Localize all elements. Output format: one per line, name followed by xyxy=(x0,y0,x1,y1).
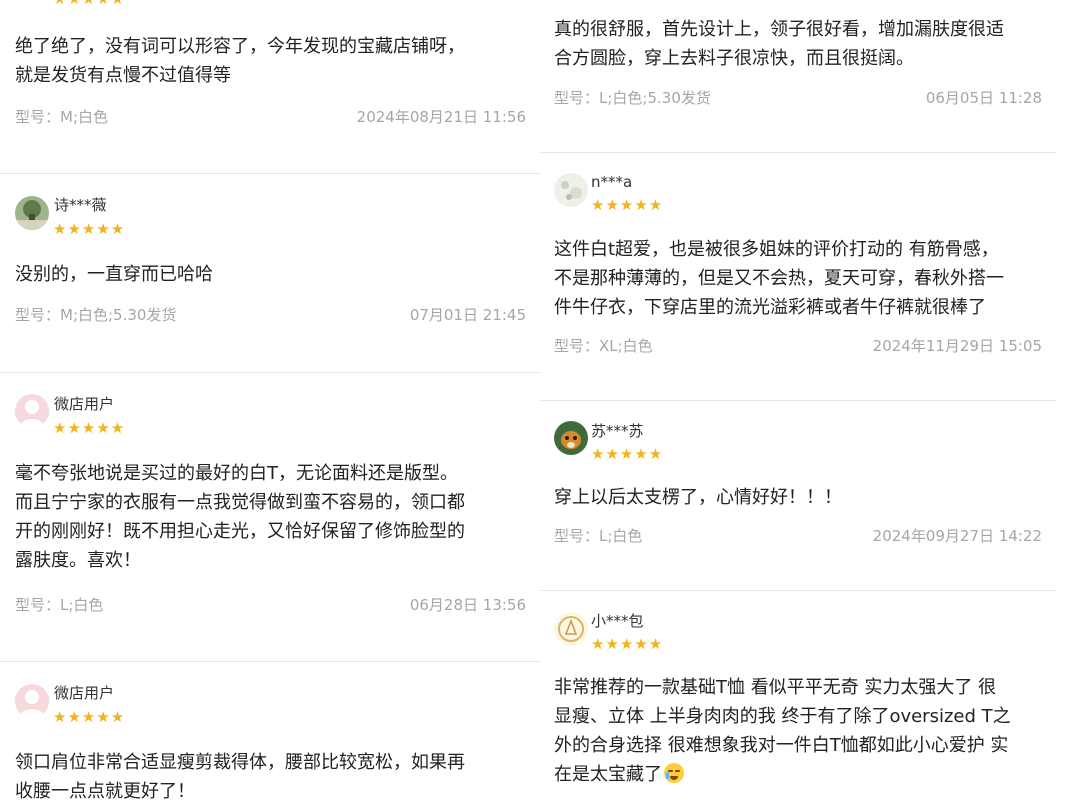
review-text-line: 显瘦、立体 上半身肉肉的我 终于有了除了oversized T之 xyxy=(554,706,1011,727)
divider xyxy=(540,152,1056,153)
avatar[interactable] xyxy=(554,173,588,207)
review-text-line: 外的合身选择 很难想象我对一件白T恤都如此小心爱护 实 xyxy=(554,735,1009,756)
username: n***a xyxy=(591,173,633,191)
star-rating: ★★★★★ xyxy=(53,419,126,437)
review-date: 2024年09月27日 14:22 xyxy=(872,527,1042,545)
review-text: 真的很舒服，首先设计上，领子很好看，增加漏肤度很适 合方圆脸，穿上去料子很凉快，… xyxy=(554,15,1004,73)
review-text-line: 在是太宝藏了 xyxy=(554,760,1011,789)
star-rating: ★★★★★ xyxy=(53,0,125,7)
review-date: 06月28日 13:56 xyxy=(409,596,526,614)
avatar[interactable] xyxy=(15,394,49,428)
avatar[interactable] xyxy=(554,612,588,646)
review-text: 非常推荐的一款基础T恤 看似平平无奇 实力太强大了 很 显瘦、立体 上半身肉肉的… xyxy=(554,673,1011,789)
username: 微店用户 xyxy=(54,684,115,702)
star-rating: ★★★★★ xyxy=(591,635,664,653)
star-rating: ★★★★★ xyxy=(591,196,664,214)
review-text-line: 而且宁宁家的衣服有一点我觉得做到蛮不容易的，领口都 xyxy=(15,492,465,513)
divider xyxy=(0,372,540,373)
review-text: 领口肩位非常合适显瘦剪裁得体，腰部比较宽松，如果再 收腰一点点就更好了！ xyxy=(15,748,465,806)
star-rating: ★★★★★ xyxy=(53,220,126,238)
username: 微店用户 xyxy=(54,395,115,413)
review-text-line: 件牛仔衣，下穿店里的流光溢彩裤或者牛仔裤就很棒了 xyxy=(554,297,986,318)
sku-label: 型号：L;白色 xyxy=(15,596,104,614)
avatar[interactable] xyxy=(15,684,49,718)
username: 苏***苏 xyxy=(591,422,644,440)
avatar[interactable] xyxy=(554,421,588,455)
sku-label: 型号：M;白色 xyxy=(15,108,108,126)
review-text-line: 不是那种薄薄的，但是又不会热，夏天可穿，春秋外搭一 xyxy=(554,268,1004,289)
review-text: 穿上以后太支楞了，心情好好！！！ xyxy=(554,483,842,512)
sku-label: 型号：XL;白色 xyxy=(554,337,653,355)
review-text-line: 开的刚刚好！既不用担心走光，又恰好保留了修饰脸型的 xyxy=(15,521,465,542)
sku-label: 型号：M;白色;5.30发货 xyxy=(15,306,177,324)
review-column-left: ★★★★★ 绝了绝了，没有词可以形容了，今年发现的宝藏店铺呀， 就是发货有点慢不… xyxy=(0,0,540,810)
review-text-line: 非常推荐的一款基础T恤 看似平平无奇 实力太强大了 很 xyxy=(554,677,997,698)
review-text: 绝了绝了，没有词可以形容了，今年发现的宝藏店铺呀， 就是发货有点慢不过值得等 xyxy=(15,32,465,90)
crying-face-emoji-icon xyxy=(664,763,684,783)
review-date: 2024年08月21日 11:56 xyxy=(356,108,526,126)
star-rating: ★★★★★ xyxy=(53,708,126,726)
review-date: 06月05日 11:28 xyxy=(925,89,1042,107)
review-date: 2024年11月29日 15:05 xyxy=(872,337,1042,355)
review-text-line: 露肤度。喜欢！ xyxy=(15,550,141,571)
divider xyxy=(0,661,540,662)
divider xyxy=(540,400,1056,401)
divider xyxy=(0,173,540,174)
review-text: 毫不夸张地说是买过的最好的白T，无论面料还是版型。 而且宁宁家的衣服有一点我觉得… xyxy=(15,459,465,575)
review-date: 07月01日 21:45 xyxy=(409,306,526,324)
review-text: 没别的，一直穿而已哈哈 xyxy=(15,260,213,289)
star-rating: ★★★★★ xyxy=(591,445,664,463)
review-text-line: 毫不夸张地说是买过的最好的白T，无论面料还是版型。 xyxy=(15,463,458,484)
review-text-line: 真的很舒服，首先设计上，领子很好看，增加漏肤度很适 xyxy=(554,19,1004,40)
review-text-line: 就是发货有点慢不过值得等 xyxy=(15,65,231,86)
review-text-line: 这件白t超爱，也是被很多姐妹的评价打动的 有筋骨感， xyxy=(554,239,999,260)
review-text-line: 绝了绝了，没有词可以形容了，今年发现的宝藏店铺呀， xyxy=(15,36,465,57)
sku-label: 型号：L;白色;5.30发货 xyxy=(554,89,711,107)
review-text-fragment: 在是太宝藏了 xyxy=(554,764,662,785)
review-text-line: 没别的，一直穿而已哈哈 xyxy=(15,264,213,285)
review-text-line: 合方圆脸，穿上去料子很凉快，而且很挺阔。 xyxy=(554,48,914,69)
divider xyxy=(540,590,1056,591)
review-column-right: 真的很舒服，首先设计上，领子很好看，增加漏肤度很适 合方圆脸，穿上去料子很凉快，… xyxy=(540,0,1080,810)
review-text-line: 收腰一点点就更好了！ xyxy=(15,781,195,802)
review-text-line: 穿上以后太支楞了，心情好好！！！ xyxy=(554,487,842,508)
avatar[interactable] xyxy=(15,196,49,230)
username: 小***包 xyxy=(591,612,644,630)
review-text: 这件白t超爱，也是被很多姐妹的评价打动的 有筋骨感， 不是那种薄薄的，但是又不会… xyxy=(554,235,1004,322)
sku-label: 型号：L;白色 xyxy=(554,527,643,545)
review-text-line: 领口肩位非常合适显瘦剪裁得体，腰部比较宽松，如果再 xyxy=(15,752,465,773)
username: 诗***薇 xyxy=(54,196,107,214)
